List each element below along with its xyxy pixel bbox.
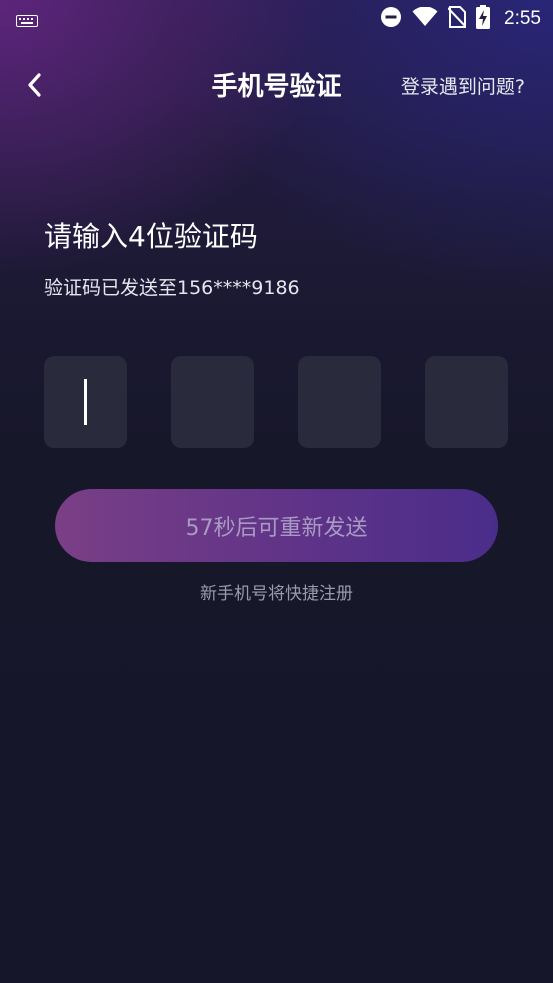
resend-code-button[interactable]: 57秒后可重新发送 [55,489,498,562]
resend-button-label: 57秒后可重新发送 [185,515,368,541]
code-digit-4[interactable] [425,356,508,448]
status-bar: 2:55 [0,0,553,38]
header: 手机号验证 登录遇到问题? [0,62,553,112]
code-digit-1[interactable] [44,356,127,448]
text-cursor [84,379,87,425]
keyboard-icon [16,12,38,31]
dnd-icon [380,6,402,32]
status-time: 2:55 [504,8,541,29]
code-digit-2[interactable] [171,356,254,448]
code-digit-3[interactable] [298,356,381,448]
battery-charging-icon [476,5,491,33]
login-help-link[interactable]: 登录遇到问题? [401,74,525,100]
code-sent-to-text: 验证码已发送至156****9186 [44,277,300,299]
no-sim-icon [447,6,467,32]
code-heading: 请输入4位验证码 [44,220,258,253]
wifi-icon [412,6,438,31]
new-number-register-note: 新手机号将快捷注册 [200,584,353,604]
code-input-group [44,356,509,448]
